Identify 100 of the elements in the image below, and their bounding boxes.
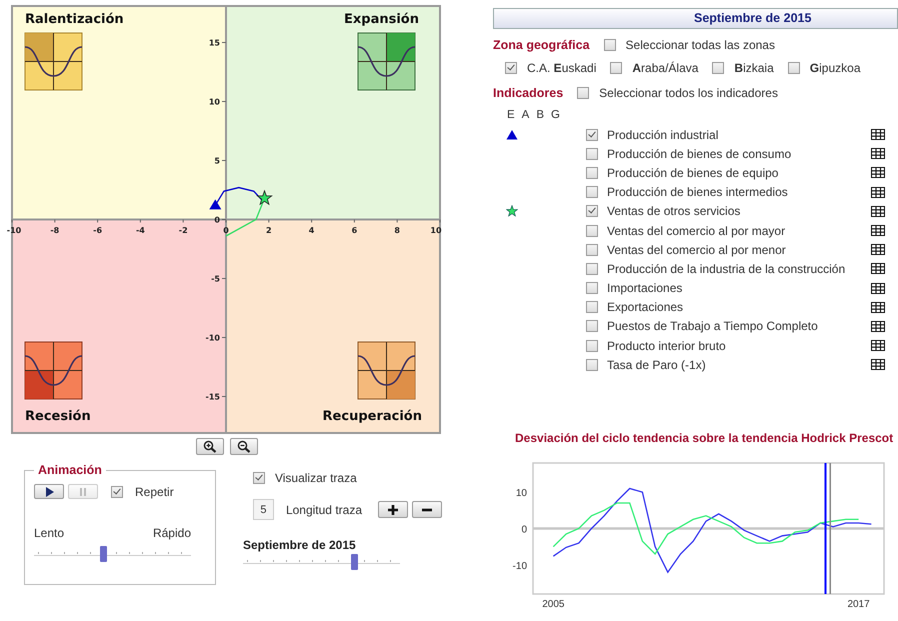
checkbox-label: Ventas del comercio al por mayor	[607, 224, 786, 238]
checkbox[interactable]	[586, 301, 598, 314]
slider-label: Rápido	[152, 526, 191, 540]
slider-thumb[interactable]	[350, 554, 358, 570]
minus-button[interactable]	[412, 501, 442, 518]
checkbox-label: Ventas del comercio al por menor	[607, 242, 787, 257]
tick-label: -15	[206, 392, 220, 402]
checkbox[interactable]	[577, 87, 590, 99]
checkbox[interactable]	[586, 320, 598, 332]
tick-label: 6	[352, 226, 358, 235]
checkbox[interactable]	[111, 486, 123, 498]
tick-label: 2005	[542, 599, 564, 610]
slider-label: Lento	[34, 526, 64, 540]
chart-title: Desviación del ciclo tendencia sobre la tendencia Hodrick Prescot	[514, 431, 894, 446]
tick-label: 0	[521, 524, 527, 536]
column-header: B	[536, 109, 544, 121]
pause-icon	[78, 486, 88, 496]
star-trace-drawing	[226, 190, 273, 237]
table-icon[interactable]	[871, 340, 885, 352]
checkbox[interactable]	[586, 148, 598, 160]
section-title: Indicadores	[493, 86, 564, 100]
tick-label: 10	[430, 226, 442, 235]
table-icon[interactable]	[871, 244, 885, 256]
table-icon[interactable]	[871, 148, 885, 160]
tick-label: -10	[512, 561, 527, 572]
checkbox[interactable]	[586, 186, 598, 198]
tick-label: 4	[308, 226, 314, 235]
section-title: Zona geográfica	[493, 38, 590, 52]
tick-label: 8	[394, 226, 400, 235]
play-button[interactable]	[34, 484, 64, 499]
plus-icon	[387, 504, 399, 516]
checkbox[interactable]	[586, 282, 598, 294]
checkbox-label: Seleccionar todas las zonas	[626, 38, 775, 52]
checkbox-label: Gipuzkoa	[810, 61, 860, 75]
length-field[interactable]: 5	[252, 499, 274, 520]
checkbox-label: Exportaciones	[607, 300, 684, 314]
tick-label: 10	[208, 98, 220, 106]
table-icon[interactable]	[871, 320, 885, 332]
slider-thumb[interactable]	[100, 546, 107, 562]
tick-label: 15	[208, 38, 220, 48]
wave-chart-icon	[358, 342, 416, 400]
plus-button[interactable]	[378, 501, 408, 518]
triangle-trace-drawing	[209, 186, 263, 210]
column-header: A	[522, 109, 530, 121]
table-icon[interactable]	[871, 186, 885, 198]
checkbox[interactable]	[788, 62, 800, 74]
checkbox-label: Tasa de Paro (-1x)	[607, 358, 707, 372]
checkbox-label: Repetir	[135, 484, 174, 498]
wave-chart-icon	[358, 32, 416, 90]
zoom-in-button[interactable]	[196, 438, 224, 455]
tick-label: -2	[178, 226, 188, 235]
quadrant-label: Ralentización	[25, 12, 124, 27]
wave-chart-icon	[24, 342, 82, 400]
column-header: E	[507, 109, 515, 121]
checkbox-label: Producto interior bruto	[607, 338, 727, 353]
checkbox-label: Seleccionar todos los indicadores	[599, 86, 778, 100]
tick-label: 0	[223, 226, 229, 235]
table-icon[interactable]	[871, 359, 885, 370]
table-icon[interactable]	[871, 282, 885, 294]
quadrant-label: Expansión	[344, 12, 419, 27]
checkbox[interactable]	[586, 166, 598, 179]
checkbox-label: Producción de bienes de consumo	[607, 146, 792, 161]
tick-label: 10	[516, 488, 527, 500]
tick-label: -5	[211, 274, 220, 284]
checkbox-label: Araba/Álava	[632, 61, 698, 75]
period-header: Septiembre de 2015	[493, 8, 898, 29]
checkbox-label: Visualizar traza	[274, 471, 357, 485]
checkbox[interactable]	[586, 358, 598, 371]
checkbox[interactable]	[604, 39, 616, 51]
play-icon	[44, 486, 54, 496]
table-icon[interactable]	[871, 302, 885, 313]
tick-label: -4	[136, 226, 145, 235]
checkbox[interactable]	[712, 62, 724, 74]
table-icon[interactable]	[871, 167, 885, 178]
checkbox[interactable]	[586, 205, 598, 218]
table-icon[interactable]	[871, 206, 885, 217]
checkbox-label: Producción de la industria de la construcción	[607, 262, 846, 276]
checkbox[interactable]	[252, 472, 265, 484]
table-icon[interactable]	[871, 225, 885, 236]
zoom-out-button[interactable]	[230, 438, 258, 455]
checkbox-label: Producción industrial	[607, 128, 720, 142]
table-icon[interactable]	[871, 129, 885, 140]
tick-label: 5	[214, 156, 220, 166]
tick-label: 2017	[847, 599, 870, 610]
checkbox[interactable]	[505, 62, 517, 74]
checkbox[interactable]	[586, 128, 598, 141]
checkbox-label: Ventas de otros servicios	[607, 204, 742, 218]
checkbox-label: Producción de bienes intermedios	[607, 185, 789, 200]
checkbox-label: C.A. Euskadi	[527, 61, 596, 75]
checkbox[interactable]	[610, 62, 622, 74]
checkbox[interactable]	[586, 244, 598, 256]
checkbox[interactable]	[586, 224, 598, 237]
checkbox[interactable]	[586, 340, 598, 352]
column-header: G	[551, 109, 560, 121]
tick-label: -6	[93, 226, 102, 235]
table-icon[interactable]	[871, 263, 885, 274]
quadrant-label: Recuperación	[322, 409, 422, 424]
tick-label: -8	[50, 226, 60, 235]
checkbox[interactable]	[586, 262, 598, 275]
checkbox-label: Puestos de Trabajo a Tiempo Completo	[607, 319, 819, 334]
